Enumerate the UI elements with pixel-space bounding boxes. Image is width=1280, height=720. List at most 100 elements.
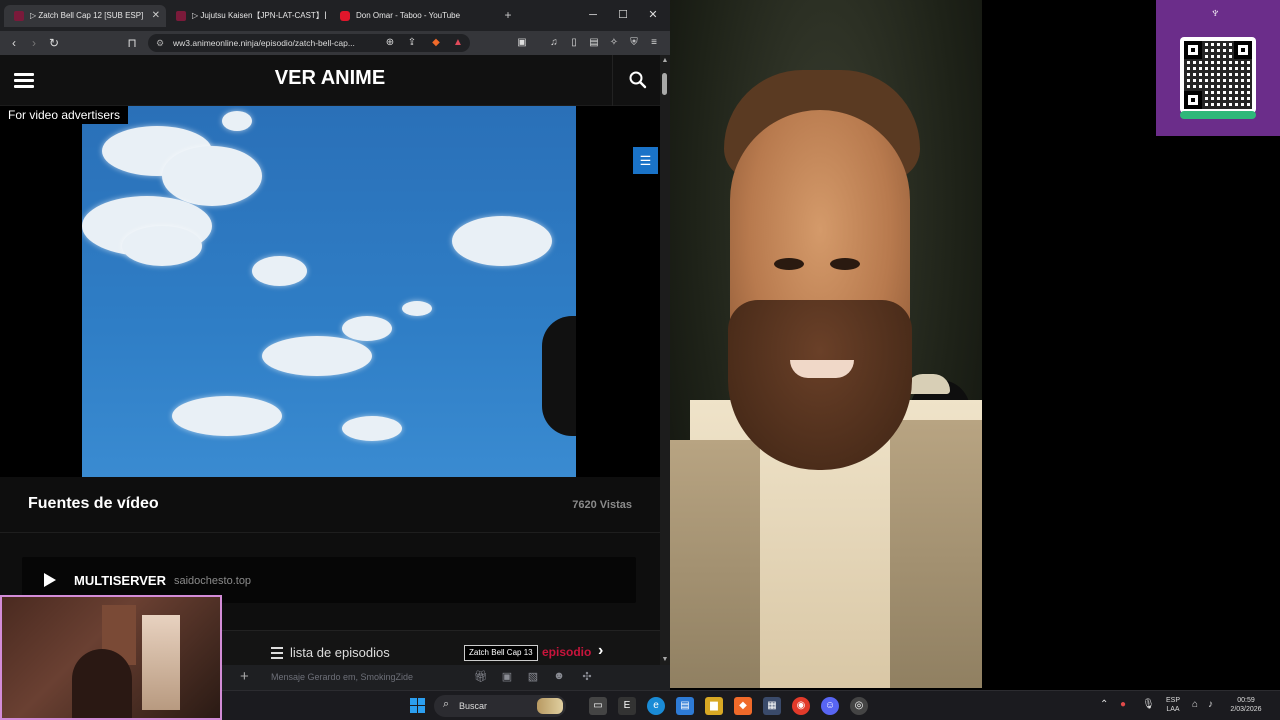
zoom-icon[interactable]: ⊕ xyxy=(382,34,398,52)
cloud xyxy=(252,256,307,286)
chevron-right-icon[interactable]: › xyxy=(598,642,603,660)
minimize-button[interactable]: ─ xyxy=(582,6,604,24)
episode-list-link[interactable]: lista de episodios xyxy=(290,645,390,660)
clock-date: 2/03/2026 xyxy=(1230,706,1262,713)
list-icon xyxy=(271,647,283,659)
maximize-button[interactable]: ☐ xyxy=(612,6,634,24)
cloud xyxy=(342,316,392,341)
windows-start-icon[interactable] xyxy=(410,698,426,714)
search-highlight-image xyxy=(537,698,563,714)
vpn-icon[interactable]: ⛨ xyxy=(626,34,642,52)
notepad-icon[interactable]: ▤ xyxy=(676,697,694,715)
tab-strip: ▷ Zatch Bell Cap 12 [SUB ESP] ✕ ▷ Jujuts… xyxy=(0,0,670,31)
back-icon[interactable]: ‹ xyxy=(6,34,22,52)
bookmark-icon[interactable]: ⊓ xyxy=(124,34,140,52)
search-icon: ⌕ xyxy=(443,698,450,710)
webcam-overlay xyxy=(0,595,222,720)
tab-title: ▷ Jujutsu Kaisen【JPN-LAT-CAST】【E xyxy=(192,11,326,20)
next-episode-link[interactable]: episodio xyxy=(542,645,591,659)
site-title[interactable]: VER ANIME xyxy=(0,67,660,90)
site-header: VER ANIME xyxy=(0,55,660,106)
page-scrollbar[interactable]: ▲ ▼ xyxy=(660,55,670,665)
url-text: ww3.animeonline.ninja/episodio/zatch-bel… xyxy=(173,38,355,48)
forward-icon[interactable]: › xyxy=(26,34,42,52)
vest xyxy=(890,420,982,688)
music-icon[interactable]: ♫ xyxy=(546,34,562,52)
cloud xyxy=(172,396,282,436)
microphone-icon[interactable]: 🎙︎ xyxy=(1142,699,1155,710)
cloud xyxy=(222,111,252,131)
gif-icon[interactable]: ▣ xyxy=(500,670,514,684)
video-frame[interactable] xyxy=(82,106,576,477)
cam-person xyxy=(72,649,132,718)
cam-window xyxy=(142,615,180,710)
smile xyxy=(790,360,854,378)
eye xyxy=(774,258,804,270)
chat-input[interactable]: Mensaje Gerardo em, SmokingZide xyxy=(271,672,413,682)
task-view-icon[interactable]: ▭ xyxy=(589,697,607,715)
reload-icon[interactable]: ↻ xyxy=(46,34,62,52)
cloud xyxy=(452,216,552,266)
brave-rewards-icon[interactable]: ▲ xyxy=(450,34,466,52)
tray-chevron-icon[interactable]: ⌃ xyxy=(1100,699,1108,710)
qr-code xyxy=(1180,37,1256,113)
play-icon xyxy=(44,573,56,587)
tab-jujutsu-kaisen[interactable]: ▷ Jujutsu Kaisen【JPN-LAT-CAST】【E xyxy=(166,5,326,27)
tab-title: Don Omar - Taboo - YouTube xyxy=(356,11,461,20)
tab-title: ▷ Zatch Bell Cap 12 [SUB ESP] xyxy=(30,11,144,20)
edge-icon[interactable]: e xyxy=(647,697,665,715)
wallet-icon[interactable]: ▤ xyxy=(586,34,602,52)
sources-title: Fuentes de vídeo xyxy=(28,495,159,512)
share-icon[interactable]: ⇪ xyxy=(404,34,420,52)
scroll-thumb[interactable] xyxy=(662,73,667,95)
tab-zatch-bell[interactable]: ▷ Zatch Bell Cap 12 [SUB ESP] ✕ xyxy=(4,5,166,27)
browser-window: ▷ Zatch Bell Cap 12 [SUB ESP] ✕ ▷ Jujuts… xyxy=(0,0,670,690)
cloud xyxy=(262,336,372,376)
file-explorer-icon[interactable]: ▆ xyxy=(705,697,723,715)
close-window-button[interactable]: ✕ xyxy=(642,6,664,24)
video-player-area: For video advertisers ☰ xyxy=(0,106,660,477)
menu-icon[interactable]: ≡ xyxy=(646,34,662,52)
character-hair xyxy=(542,316,576,436)
obs-icon[interactable]: ◎ xyxy=(850,697,868,715)
discord-icon[interactable]: ☺ xyxy=(821,697,839,715)
sidebar-icon[interactable]: ▯ xyxy=(566,34,582,52)
epic-games-icon[interactable]: E xyxy=(618,697,636,715)
apps-icon[interactable]: ✣ xyxy=(580,670,594,684)
clock-time: 00:59 xyxy=(1237,697,1255,704)
eye xyxy=(830,258,860,270)
calculator-icon[interactable]: ▦ xyxy=(763,697,781,715)
brave-shields-icon[interactable]: ◆ xyxy=(428,34,444,52)
tray-app-icon[interactable]: ● xyxy=(1120,699,1126,710)
gift-icon[interactable]: 🎁︎ xyxy=(474,670,488,684)
language-indicator[interactable]: ESP LAA xyxy=(1162,696,1184,714)
sticker-icon[interactable]: ▧ xyxy=(526,670,540,684)
url-field[interactable]: ⚙ ww3.animeonline.ninja/episodio/zatch-b… xyxy=(148,34,470,52)
network-icon[interactable]: ⌂ xyxy=(1192,699,1198,710)
player-menu-button[interactable]: ☰ xyxy=(633,147,658,174)
tab-youtube[interactable]: Don Omar - Taboo - YouTube xyxy=(330,5,490,27)
server-host: saidochesto.top xyxy=(174,575,252,587)
emoji-icon[interactable]: ☻ xyxy=(552,670,566,684)
clock[interactable]: 00:59 2/03/2026 xyxy=(1224,696,1268,714)
site-info-icon[interactable]: ⚙ xyxy=(156,34,164,52)
reader-icon[interactable]: ▣ xyxy=(514,34,530,52)
add-attachment-icon[interactable]: + xyxy=(240,668,249,685)
brave-icon[interactable]: ◆ xyxy=(734,697,752,715)
logo-icon: ♆ xyxy=(1210,4,1221,20)
tab-close-icon[interactable]: ✕ xyxy=(152,5,160,27)
ad-label[interactable]: For video advertisers xyxy=(0,106,129,124)
cloud xyxy=(162,146,262,206)
scroll-up-icon[interactable]: ▲ xyxy=(661,57,669,64)
scroll-down-icon[interactable]: ▼ xyxy=(661,656,669,663)
qr-overlay: ♆ xyxy=(1156,0,1280,136)
taskbar-search[interactable]: ⌕ Buscar xyxy=(434,695,566,717)
search-button[interactable] xyxy=(612,55,660,106)
tab-favicon xyxy=(14,11,24,21)
volume-icon[interactable]: ♪ xyxy=(1208,699,1213,710)
video-sources-header: Fuentes de vídeo 7620 Vistas xyxy=(0,477,660,533)
ai-icon[interactable]: ✧ xyxy=(606,34,622,52)
chrome-icon[interactable]: ◉ xyxy=(792,697,810,715)
new-tab-button[interactable]: + xyxy=(500,6,516,24)
address-bar-row: ‹ › ↻ ⊓ ⚙ ww3.animeonline.ninja/episodio… xyxy=(0,31,670,55)
